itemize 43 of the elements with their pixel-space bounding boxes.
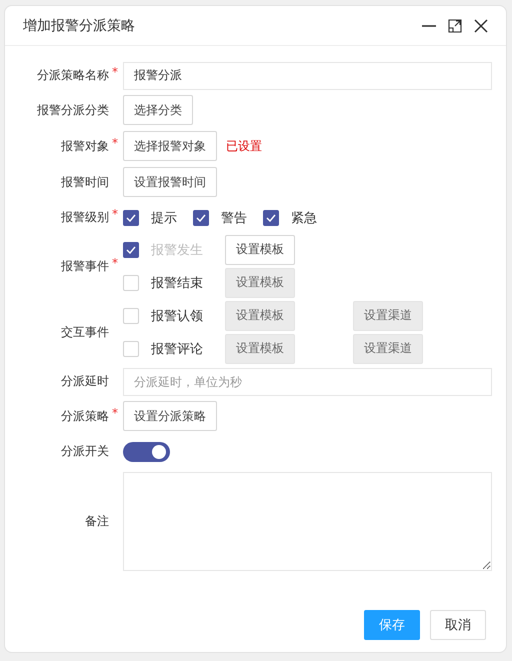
checkmark-icon <box>126 246 136 254</box>
field-label: 报警事件 <box>61 258 109 274</box>
checkbox-label: 报警结束 <box>151 274 203 292</box>
checkbox[interactable] <box>263 210 279 226</box>
required-mark: * <box>112 207 118 221</box>
checkbox-label: 提示 <box>151 210 177 226</box>
input-field[interactable]: 报警分派 <box>123 62 492 90</box>
cancel-button[interactable]: 取消 <box>430 610 486 640</box>
field-label: 报警对象 <box>61 138 109 154</box>
dialog-title: 增加报警分派策略 <box>23 16 135 34</box>
toggle-switch[interactable] <box>123 442 170 462</box>
close-icon[interactable] <box>474 18 488 32</box>
field-label: 分派开关 <box>61 443 109 460</box>
field-label: 分派策略名称 <box>37 67 109 84</box>
field-label: 交互事件 <box>61 324 109 340</box>
checkmark-icon <box>196 214 206 222</box>
checkmark-icon <box>266 214 276 222</box>
input-field[interactable]: 分派延时，单位为秒 <box>123 368 492 396</box>
remarks-field[interactable] <box>123 472 492 571</box>
select-button[interactable]: 设置报警时间 <box>123 167 217 197</box>
select-button[interactable]: 设置分派策略 <box>123 401 217 431</box>
checkbox-label: 报警认领 <box>151 308 203 324</box>
field-label: 分派延时 <box>61 373 109 390</box>
checkbox-label: 警告 <box>221 210 247 226</box>
field-label: 分派策略 <box>61 408 109 424</box>
checkbox[interactable] <box>123 210 139 226</box>
field-label: 报警时间 <box>61 174 109 190</box>
field-label: 报警分派分类 <box>37 102 109 118</box>
checkbox-label: 紧急 <box>291 210 317 226</box>
required-mark: * <box>112 136 118 150</box>
field-label: 报警级别 <box>61 209 109 226</box>
status-text: 已设置 <box>226 138 262 154</box>
checkbox[interactable] <box>193 210 209 226</box>
select-button[interactable]: 选择分类 <box>123 95 193 125</box>
required-mark: * <box>112 65 118 79</box>
field-label: 备注 <box>85 513 109 530</box>
checkbox-label: 报警发生 <box>151 242 203 258</box>
checkmark-icon <box>126 214 136 222</box>
checkbox-label: 报警评论 <box>151 340 203 358</box>
required-mark: * <box>112 406 118 420</box>
required-mark: * <box>112 256 118 270</box>
select-button[interactable]: 选择报警对象 <box>123 131 217 161</box>
maximize-icon[interactable] <box>448 18 462 32</box>
